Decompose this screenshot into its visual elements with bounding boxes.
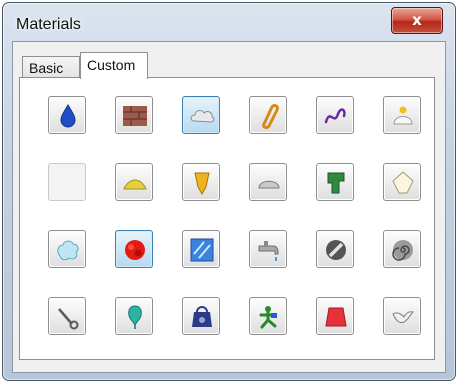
spiral-icon [392, 240, 413, 261]
material-cloud[interactable] [182, 96, 220, 134]
material-glass[interactable] [182, 230, 220, 268]
no-entry-icon [326, 240, 346, 260]
pipe-icon [327, 172, 345, 194]
material-acorn[interactable] [182, 163, 220, 201]
squiggle-icon [324, 108, 346, 124]
rope-icon [58, 308, 79, 330]
weight-icon [192, 306, 212, 327]
title-bar[interactable]: Materials x [3, 3, 455, 41]
material-weight[interactable] [182, 297, 220, 335]
gem-icon [392, 171, 414, 194]
water-drop-icon [60, 103, 76, 128]
material-figure[interactable] [249, 297, 287, 335]
chain-link-icon [262, 104, 279, 129]
material-chain[interactable] [249, 96, 287, 134]
red-block-icon [325, 307, 347, 327]
material-foam[interactable] [48, 230, 86, 268]
material-gem[interactable] [383, 163, 421, 201]
faucet-icon [258, 241, 279, 261]
empty-slot [54, 169, 82, 197]
material-no-entry[interactable] [316, 230, 354, 268]
glass-icon [190, 238, 214, 262]
material-cake[interactable] [383, 96, 421, 134]
material-pipe[interactable] [316, 163, 354, 201]
cloud-icon [190, 110, 215, 123]
materials-panel [19, 77, 435, 360]
materials-grid [20, 78, 434, 359]
cake-icon [393, 106, 413, 125]
foam-icon [57, 240, 79, 261]
material-squiggle[interactable] [316, 96, 354, 134]
sand-pile-icon [123, 179, 147, 190]
material-faucet[interactable] [249, 230, 287, 268]
material-rope[interactable] [48, 297, 86, 335]
material-red-block[interactable] [316, 297, 354, 335]
material-spiral[interactable] [383, 230, 421, 268]
figure-icon [259, 306, 277, 329]
client-area: Basic Custom [12, 41, 446, 373]
material-rubber[interactable] [115, 230, 153, 268]
material-bricks[interactable] [115, 96, 153, 134]
stone-icon [258, 180, 280, 189]
material-balloon[interactable] [115, 297, 153, 335]
material-bird[interactable] [383, 297, 421, 335]
tab-custom[interactable]: Custom [80, 52, 148, 79]
material-water[interactable] [48, 96, 86, 134]
bricks-icon [123, 106, 147, 126]
material-sand[interactable] [115, 163, 153, 201]
close-button[interactable]: x [391, 7, 443, 34]
rubber-icon [125, 240, 145, 260]
bird-icon [392, 311, 414, 324]
tab-basic[interactable]: Basic [22, 56, 80, 78]
window-title: Materials [16, 16, 81, 33]
balloon-icon [128, 305, 142, 329]
material-stone[interactable] [249, 163, 287, 201]
acorn-icon [194, 172, 210, 196]
material-empty[interactable] [48, 163, 86, 201]
materials-window: Materials x Basic Custom [2, 2, 456, 381]
